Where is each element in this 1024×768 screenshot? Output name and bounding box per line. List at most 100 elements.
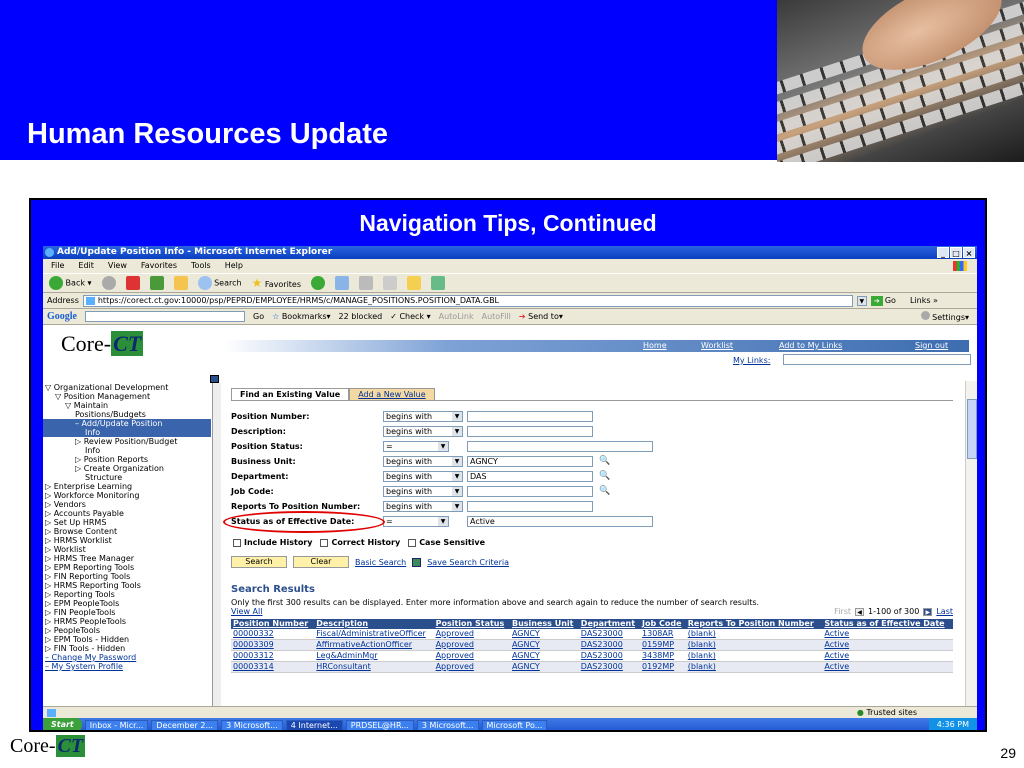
lookup-icon[interactable]: 🔍 bbox=[599, 456, 610, 466]
home-icon[interactable] bbox=[173, 276, 188, 290]
go-button[interactable]: ➔ Go bbox=[870, 295, 896, 306]
worklist-link[interactable]: Worklist bbox=[701, 341, 733, 350]
back-button[interactable]: Back ▾ bbox=[49, 276, 92, 290]
sidebar-item[interactable]: ▷ FIN PeopleTools bbox=[43, 608, 211, 617]
forward-icon[interactable] bbox=[101, 276, 116, 290]
page-scrollbar[interactable] bbox=[965, 381, 977, 706]
table-cell[interactable]: AGNCY bbox=[509, 650, 579, 662]
table-cell[interactable]: HRConsultant bbox=[314, 661, 434, 673]
sidebar-item[interactable]: ▷ Create Organization bbox=[43, 464, 211, 473]
menu-tools[interactable]: Tools bbox=[191, 259, 211, 273]
operator-select[interactable]: begins with bbox=[383, 410, 463, 422]
search-button[interactable]: Search bbox=[197, 276, 242, 290]
table-cell[interactable]: (blank) bbox=[685, 661, 823, 673]
spellcheck-button[interactable]: ✓ Check ▾ bbox=[390, 312, 430, 321]
table-cell[interactable]: 00003314 bbox=[231, 661, 315, 673]
history-icon[interactable] bbox=[311, 276, 326, 290]
edit-icon[interactable] bbox=[383, 276, 398, 290]
table-cell[interactable]: 3438MP bbox=[640, 650, 686, 662]
table-cell[interactable]: 0192MP bbox=[640, 661, 686, 673]
sidebar-item[interactable]: ▷ Reporting Tools bbox=[43, 590, 211, 599]
taskbar-button[interactable]: Microsoft Po... bbox=[481, 719, 548, 730]
table-cell[interactable]: 1308AR bbox=[640, 629, 686, 640]
folder-icon[interactable] bbox=[407, 276, 422, 290]
lookup-icon[interactable]: 🔍 bbox=[599, 486, 610, 496]
sidebar-item[interactable]: ▷ Set Up HRMS bbox=[43, 518, 211, 527]
basic-search-link[interactable]: Basic Search bbox=[355, 558, 406, 567]
menu-file[interactable]: File bbox=[51, 259, 64, 273]
field-input[interactable]: Active bbox=[467, 515, 653, 527]
table-cell[interactable]: 00000332 bbox=[231, 629, 315, 640]
sidebar-item[interactable]: ▷ Vendors bbox=[43, 500, 211, 509]
table-cell[interactable]: Approved bbox=[433, 639, 510, 651]
table-cell[interactable]: DAS23000 bbox=[578, 639, 641, 651]
operator-select[interactable]: begins with bbox=[383, 485, 463, 497]
sidebar-item[interactable]: ▷ Review Position/Budget bbox=[43, 437, 211, 446]
sidebar-item[interactable]: Structure bbox=[43, 473, 211, 482]
table-cell[interactable]: AGNCY bbox=[509, 661, 579, 673]
settings-button[interactable]: Settings▾ bbox=[920, 311, 969, 322]
field-input[interactable] bbox=[467, 410, 593, 422]
search-button[interactable]: Search bbox=[231, 556, 287, 568]
table-cell[interactable]: Leg&AdminMgr bbox=[314, 650, 434, 662]
column-header[interactable]: Position Number bbox=[231, 619, 315, 629]
field-input[interactable]: DAS bbox=[467, 470, 593, 482]
table-cell[interactable]: Approved bbox=[433, 661, 510, 673]
my-links-label[interactable]: My Links: bbox=[733, 356, 770, 365]
operator-select[interactable]: begins with bbox=[383, 425, 463, 437]
operator-select[interactable]: = bbox=[383, 440, 449, 452]
clear-button[interactable]: Clear bbox=[293, 556, 349, 568]
field-input[interactable] bbox=[467, 485, 593, 497]
sidebar-item[interactable]: ▷ HRMS Reporting Tools bbox=[43, 581, 211, 590]
table-cell[interactable]: Active bbox=[822, 629, 953, 640]
sidebar-item[interactable]: ▽ Organizational Development bbox=[43, 383, 211, 392]
sidebar-item[interactable]: ▷ Worklist bbox=[43, 545, 211, 554]
links-button[interactable]: Links » bbox=[910, 296, 938, 305]
sidebar-item[interactable]: – Add/Update Position bbox=[43, 419, 211, 428]
sidebar-item[interactable]: ▷ EPM Reporting Tools bbox=[43, 563, 211, 572]
address-input[interactable]: https://corect.ct.gov:10000/psp/PEPRD/EM… bbox=[82, 294, 853, 307]
table-cell[interactable]: (blank) bbox=[685, 650, 823, 662]
address-dropdown-icon[interactable]: ▼ bbox=[856, 295, 867, 306]
table-cell[interactable]: DAS23000 bbox=[578, 661, 641, 673]
table-cell[interactable]: Active bbox=[822, 650, 953, 662]
sidebar-item[interactable]: ▷ Accounts Payable bbox=[43, 509, 211, 518]
correct-history-checkbox[interactable]: Correct History bbox=[320, 538, 400, 547]
column-header[interactable]: Business Unit bbox=[509, 619, 579, 629]
field-input[interactable]: AGNCY bbox=[467, 455, 593, 467]
column-header[interactable]: Status as of Effective Date bbox=[822, 619, 953, 629]
operator-select[interactable]: begins with bbox=[383, 470, 463, 482]
column-header[interactable]: Department bbox=[578, 619, 641, 629]
sidebar-item[interactable]: ▷ EPM PeopleTools bbox=[43, 599, 211, 608]
sidebar-item[interactable]: Positions/Budgets bbox=[43, 410, 211, 419]
taskbar-button[interactable]: 3 Microsoft... bbox=[416, 719, 479, 730]
table-cell[interactable]: Approved bbox=[433, 629, 510, 640]
table-cell[interactable]: DAS23000 bbox=[578, 629, 641, 640]
sidebar-item[interactable]: ▽ Position Management bbox=[43, 392, 211, 401]
operator-select[interactable]: begins with bbox=[383, 500, 463, 512]
table-cell[interactable]: Approved bbox=[433, 650, 510, 662]
taskbar-button[interactable]: 3 Microsoft... bbox=[221, 719, 283, 730]
prev-arrow-icon[interactable]: ◀ bbox=[855, 607, 865, 616]
favorites-button[interactable]: ★ Favorites bbox=[252, 276, 301, 290]
menu-edit[interactable]: Edit bbox=[78, 259, 94, 273]
autolink-button[interactable]: AutoLink bbox=[439, 312, 474, 321]
popup-blocked-indicator[interactable]: 22 blocked bbox=[339, 312, 383, 321]
column-header[interactable]: Position Status bbox=[433, 619, 510, 629]
google-search-input[interactable] bbox=[85, 311, 245, 322]
mail-icon[interactable] bbox=[335, 276, 350, 290]
messenger-icon[interactable] bbox=[431, 276, 446, 290]
field-input[interactable] bbox=[467, 440, 653, 452]
refresh-icon[interactable] bbox=[149, 276, 164, 290]
first-link[interactable]: First bbox=[834, 607, 851, 616]
operator-select[interactable]: begins with bbox=[383, 455, 463, 467]
google-go-button[interactable]: Go bbox=[253, 312, 264, 321]
collapse-menu-button[interactable] bbox=[210, 375, 219, 383]
field-input[interactable] bbox=[467, 425, 593, 437]
sidebar-item[interactable]: ▷ Enterprise Learning bbox=[43, 482, 211, 491]
column-header[interactable]: Description bbox=[314, 619, 434, 629]
taskbar-button[interactable]: 4 Internet... bbox=[285, 719, 343, 730]
include-history-checkbox[interactable]: Include History bbox=[233, 538, 312, 547]
sidebar-item[interactable]: ▷ Position Reports bbox=[43, 455, 211, 464]
table-cell[interactable]: AGNCY bbox=[509, 639, 579, 651]
